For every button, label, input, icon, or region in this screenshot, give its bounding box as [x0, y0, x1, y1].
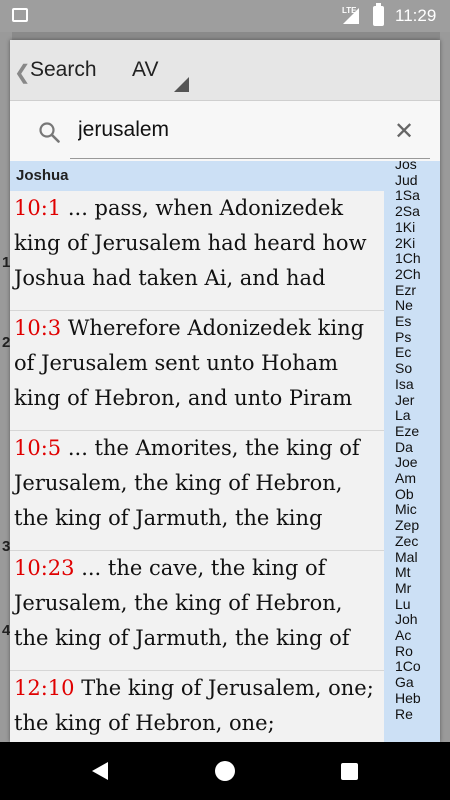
book-index-item[interactable]: Mic	[395, 502, 417, 517]
book-index-item[interactable]: So	[395, 361, 412, 376]
search-title[interactable]: Search	[30, 58, 97, 82]
book-index-item[interactable]: Mal	[395, 549, 418, 565]
background-right-edge	[440, 32, 450, 742]
book-index-item[interactable]: 2Ki	[395, 235, 415, 251]
dropdown-arrow-icon[interactable]	[174, 77, 189, 92]
book-index-item[interactable]: Am	[395, 471, 416, 486]
status-bar: LTE 11:29	[0, 0, 450, 32]
verse-snippet: ... pass, when Adonizedek king of Jerusa…	[14, 196, 367, 290]
verse-reference: 12:10	[14, 676, 75, 700]
book-index-item[interactable]: Ps	[395, 329, 411, 345]
book-index-item[interactable]: Eze	[395, 423, 419, 439]
back-chevron-icon[interactable]: ❮	[14, 60, 31, 85]
results-list[interactable]: Joshua 10:1 ... pass, when Adonizedek ki…	[10, 161, 384, 742]
book-index-item[interactable]: Ezr	[395, 282, 416, 298]
version-selector[interactable]: AV	[132, 58, 158, 82]
book-index-item[interactable]: 1Co	[395, 659, 421, 674]
book-index-item[interactable]: Joe	[395, 455, 418, 470]
book-index-item[interactable]: Es	[395, 314, 411, 329]
verse-reference: 10:5	[14, 436, 62, 460]
book-index-item[interactable]: Ne	[395, 298, 413, 313]
back-triangle-icon[interactable]	[92, 762, 108, 780]
verse-reference: 10:23	[14, 556, 75, 580]
sd-card-icon	[12, 8, 28, 22]
book-index-item[interactable]: Ga	[395, 675, 414, 690]
book-index-item[interactable]: 1Ki	[395, 219, 415, 235]
book-index-item[interactable]: Joh	[395, 612, 418, 627]
recents-square-icon[interactable]	[341, 763, 358, 780]
result-item[interactable]: 10:5 ... the Amorites, the king of Jerus…	[10, 431, 384, 551]
result-item[interactable]: 10:23 ... the cave, the king of Jerusale…	[10, 551, 384, 671]
book-index-item[interactable]: Ro	[395, 643, 413, 659]
verse-reference: 10:1	[14, 196, 62, 220]
book-index-item[interactable]: 2Sa	[395, 204, 420, 219]
book-index-item[interactable]: Mr	[395, 580, 411, 596]
book-index-sidebar[interactable]: Jos Jud 1Sa 2Sa 1Ki 2Ki 1Ch 2Ch Ezr Ne Es Ps Ec So Isa…	[384, 161, 440, 742]
book-index-item[interactable]: Jud	[395, 172, 418, 188]
battery-icon	[373, 3, 384, 26]
book-index-item[interactable]: Ob	[395, 486, 414, 502]
result-item[interactable]: 10:3 Wherefore Adonizedek king of Jerusa…	[10, 311, 384, 431]
book-index-item[interactable]: Ac	[395, 628, 411, 643]
verse-snippet: ... the Amorites, the king of Jerusalem,…	[14, 436, 360, 530]
result-item[interactable]: 12:10 The king of Jerusalem, one; the ki…	[10, 671, 384, 742]
clear-icon[interactable]: ✕	[394, 117, 414, 146]
home-circle-icon[interactable]	[215, 761, 235, 781]
book-index-item[interactable]: 2Ch	[395, 266, 421, 282]
book-index-item[interactable]: Zep	[395, 518, 419, 533]
navigation-bar	[0, 742, 450, 800]
book-index-item[interactable]: Lu	[395, 596, 411, 612]
book-index-item[interactable]: 1Sa	[395, 188, 420, 203]
book-index-item[interactable]: Zec	[395, 533, 418, 549]
book-index-item[interactable]: Isa	[395, 376, 414, 392]
search-dialog: ❮ Search AV ✕ Joshua 10:1 ... pass, when…	[10, 40, 440, 742]
clock: 11:29	[395, 6, 437, 25]
book-index-item[interactable]: 1Ch	[395, 251, 421, 266]
book-index-item[interactable]: Heb	[395, 690, 421, 706]
book-index-item[interactable]: Ec	[395, 345, 411, 360]
book-group-header: Joshua	[10, 161, 384, 191]
search-icon	[39, 122, 60, 143]
search-input[interactable]	[78, 115, 348, 145]
network-type: LTE	[342, 6, 357, 15]
search-input-underline	[70, 158, 430, 159]
book-index-item[interactable]: Re	[395, 706, 413, 722]
dialog-header: ❮ Search AV	[10, 40, 440, 101]
book-index-item[interactable]: La	[395, 408, 411, 423]
verse-snippet: Wherefore Adonizedek king of Jerusalem s…	[14, 316, 365, 410]
book-index-item[interactable]: Jos	[395, 161, 417, 172]
book-index-item[interactable]: Jer	[395, 392, 414, 408]
result-item[interactable]: 10:1 ... pass, when Adonizedek king of J…	[10, 191, 384, 311]
verse-reference: 10:3	[14, 316, 62, 340]
search-bar: ✕	[10, 101, 440, 161]
book-index-item[interactable]: Da	[395, 439, 413, 455]
book-index-item[interactable]: Mt	[395, 565, 411, 580]
